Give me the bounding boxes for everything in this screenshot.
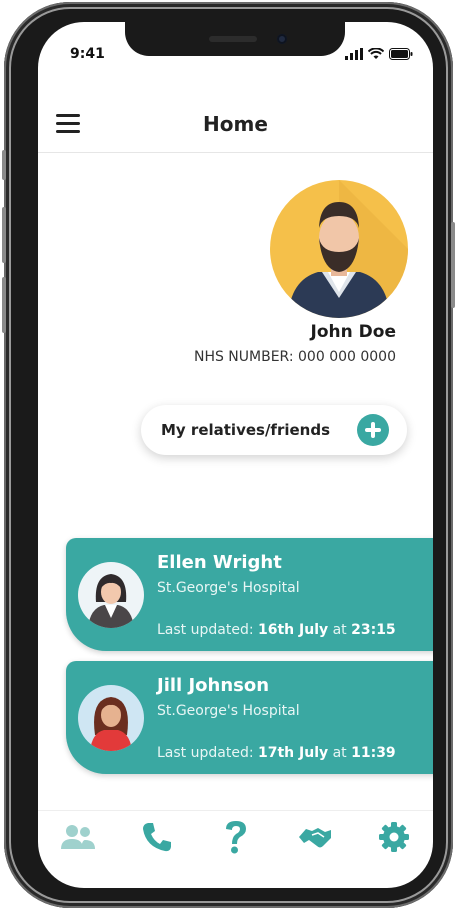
tab-phone[interactable]: [136, 816, 178, 858]
patient-hospital: St.George's Hospital: [157, 703, 300, 719]
avatar: [78, 562, 144, 628]
my-relatives-button[interactable]: My relatives/friends: [141, 405, 407, 455]
last-updated-time: 23:15: [351, 622, 396, 638]
man-avatar-icon: [288, 180, 408, 318]
last-updated: Last updated: 17th July at 11:39: [157, 745, 396, 761]
volume-down-button: [2, 277, 6, 333]
last-updated-time: 11:39: [351, 745, 396, 761]
handshake-icon: [298, 828, 331, 848]
page-title: Home: [203, 112, 268, 136]
plus-icon[interactable]: [357, 414, 389, 446]
patient-name: Ellen Wright: [157, 552, 282, 573]
question-icon: [225, 821, 246, 854]
wifi-icon: [368, 48, 384, 59]
last-updated-date: 17th July: [258, 745, 329, 761]
camera: [277, 34, 287, 44]
user-name: John Doe: [310, 322, 396, 342]
last-updated-prefix: Last updated:: [157, 745, 254, 761]
notch: [125, 22, 345, 56]
mute-switch: [2, 150, 6, 180]
last-updated-at: at: [332, 745, 347, 761]
people-icon: [60, 825, 95, 849]
woman-avatar-icon: [90, 697, 132, 751]
patient-name: Jill Johnson: [157, 675, 270, 696]
phone-frame: 9:41 Home John Doe NHS NUMBER: 000 000 0…: [2, 2, 455, 908]
speaker: [209, 36, 257, 42]
woman-avatar-icon: [88, 574, 134, 628]
battery-icon: [389, 48, 413, 60]
signal-icon: [345, 48, 363, 60]
status-icons: [345, 48, 413, 60]
status-time: 9:41: [70, 46, 105, 62]
screen: 9:41 Home John Doe NHS NUMBER: 000 000 0…: [38, 22, 433, 888]
power-button: [451, 222, 455, 308]
tab-help[interactable]: [215, 816, 257, 858]
tab-settings[interactable]: [373, 816, 415, 858]
last-updated: Last updated: 16th July at 23:15: [157, 622, 396, 638]
last-updated-prefix: Last updated:: [157, 622, 254, 638]
patient-hospital: St.George's Hospital: [157, 580, 300, 596]
tab-relatives[interactable]: [294, 816, 336, 858]
tab-people[interactable]: [57, 816, 99, 858]
volume-up-button: [2, 207, 6, 263]
avatar: [270, 180, 408, 318]
gear-icon: [378, 822, 409, 852]
last-updated-date: 16th July: [258, 622, 329, 638]
patient-card-jill-johnson[interactable]: Jill Johnson St.George's Hospital Last u…: [66, 661, 433, 774]
avatar: [78, 685, 144, 751]
phone-icon: [142, 823, 171, 852]
nhs-number: NHS NUMBER: 000 000 0000: [193, 349, 396, 365]
app-header: Home: [38, 98, 433, 153]
tab-bar: [38, 810, 433, 863]
patient-card-ellen-wright[interactable]: Ellen Wright St.George's Hospital Last u…: [66, 538, 433, 651]
last-updated-at: at: [332, 622, 347, 638]
my-relatives-label: My relatives/friends: [161, 421, 331, 439]
